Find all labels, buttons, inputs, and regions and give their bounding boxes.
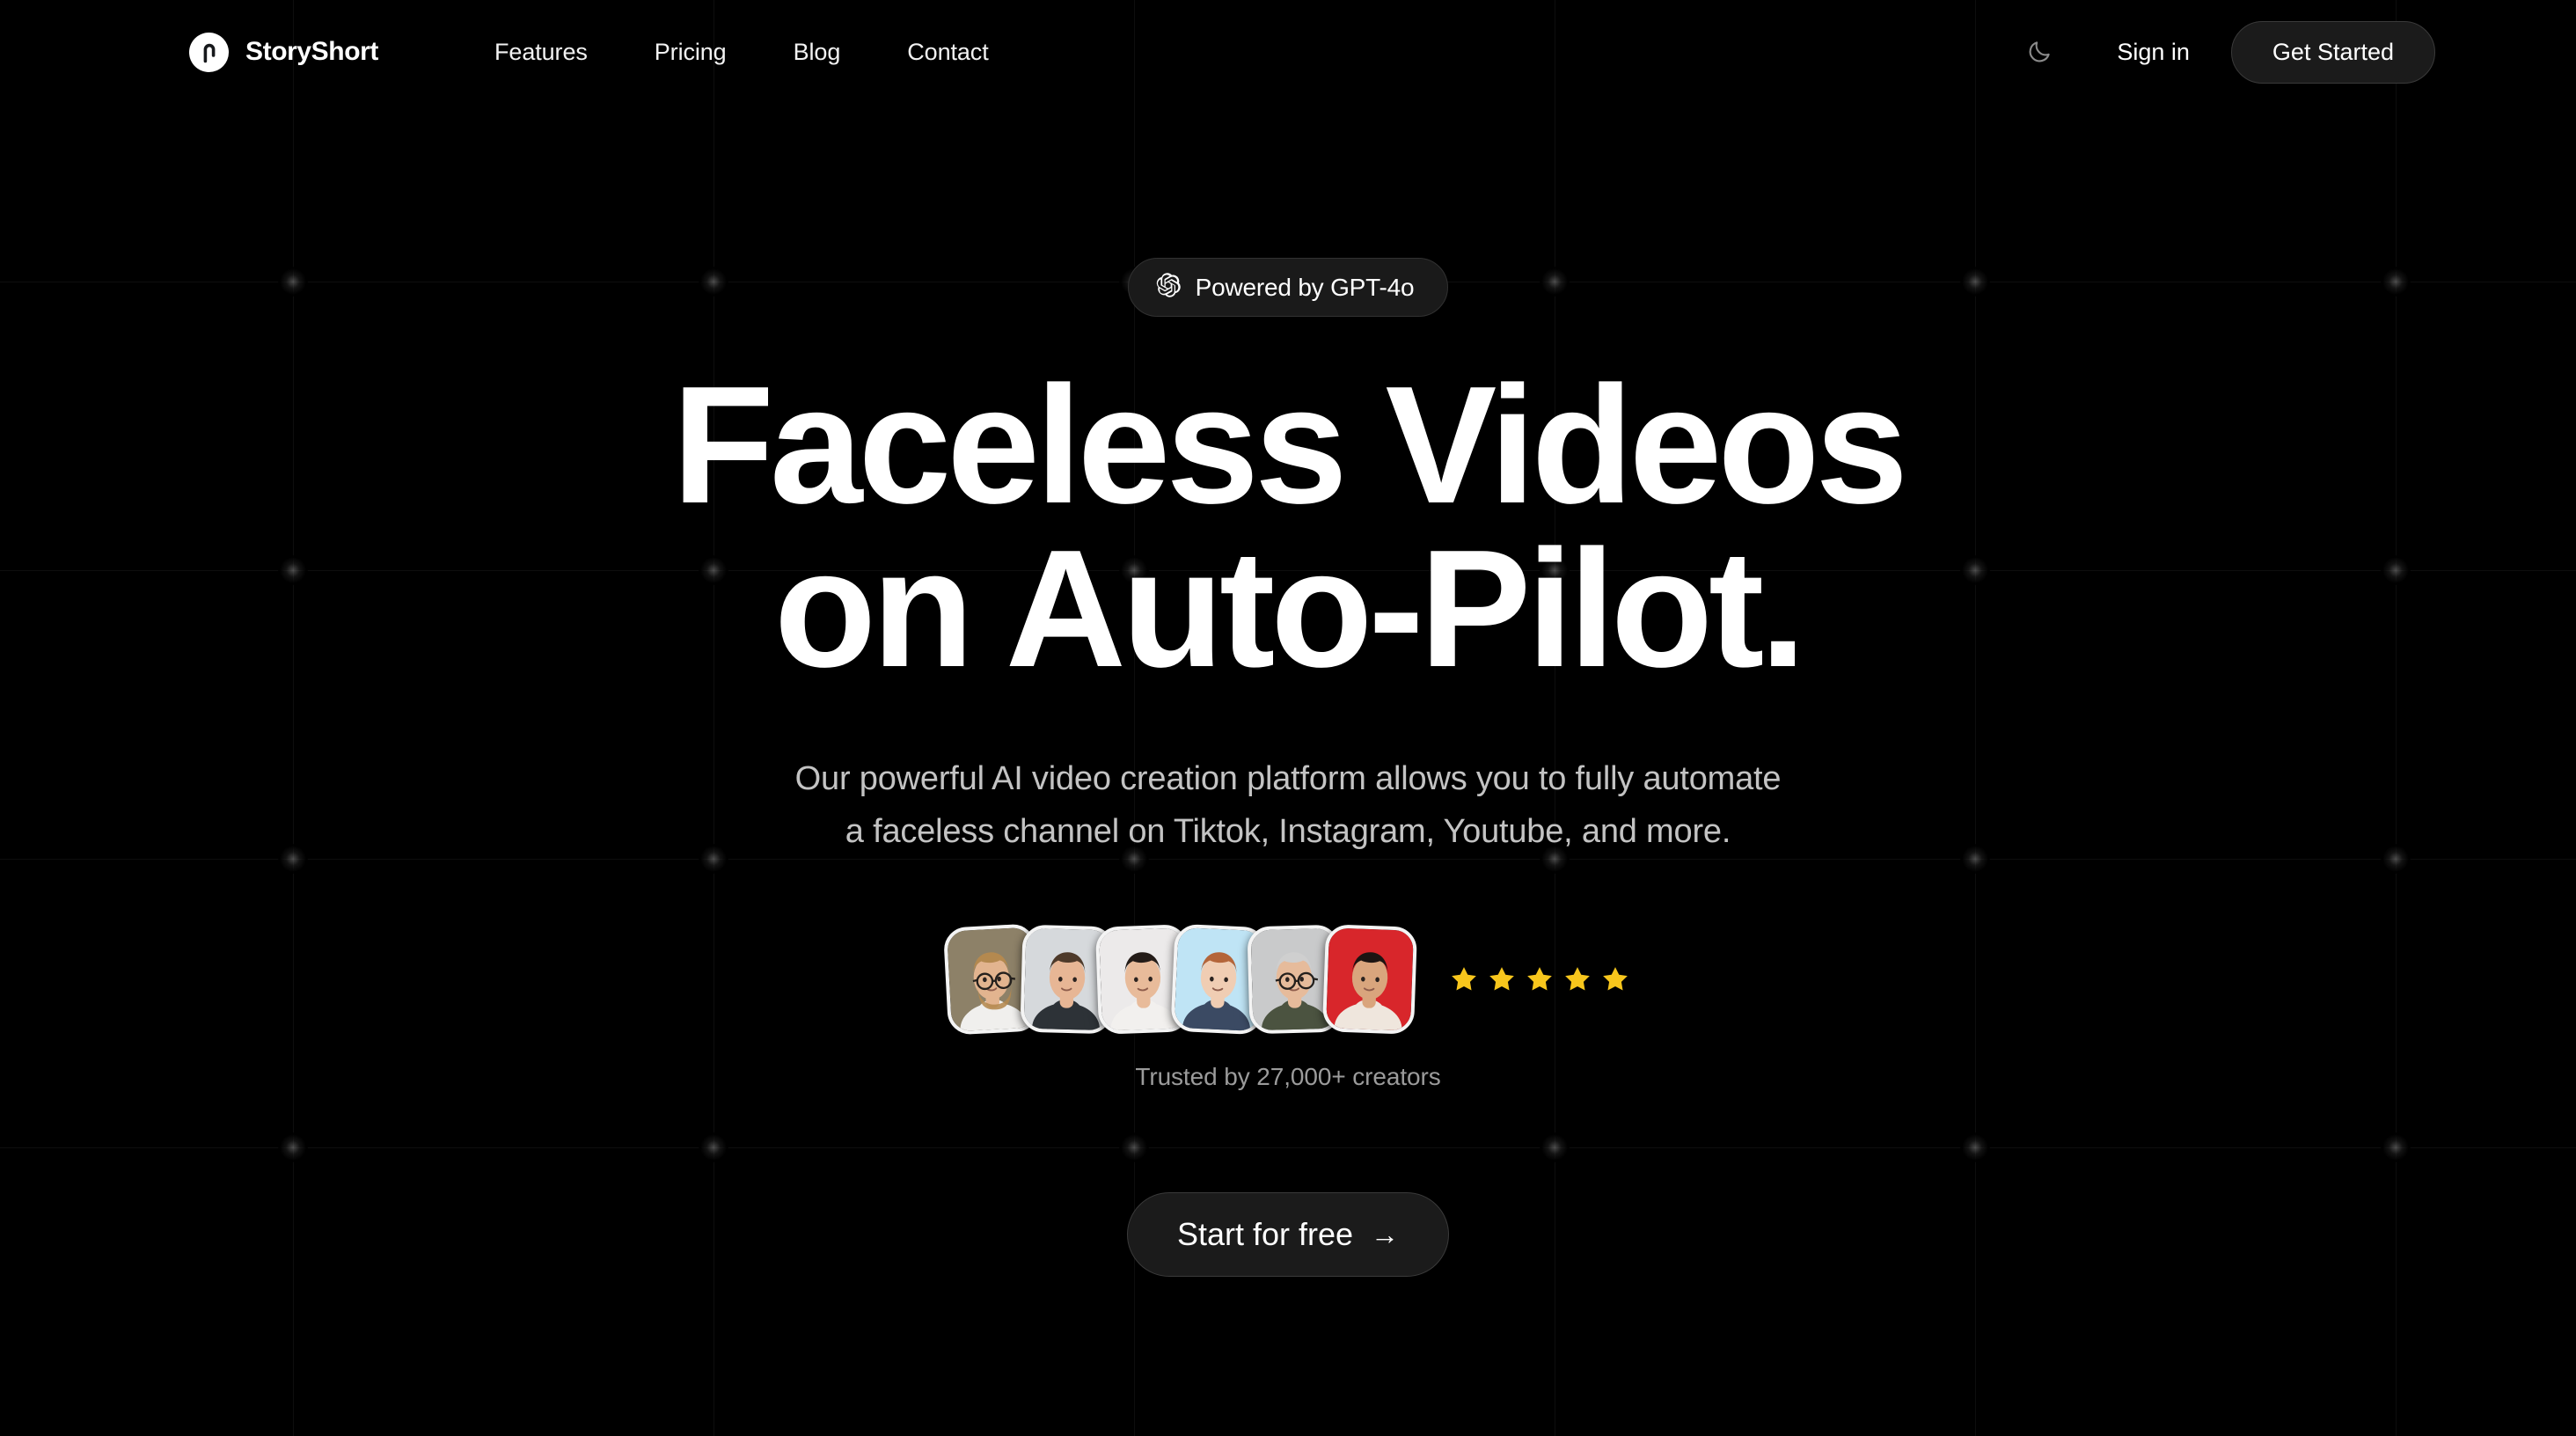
star-icon bbox=[1452, 967, 1476, 991]
grid-node bbox=[1960, 267, 1990, 297]
subheading-line-2: a faceless channel on Tiktok, Instagram,… bbox=[845, 813, 1731, 851]
signin-link[interactable]: Sign in bbox=[2089, 39, 2218, 66]
hero-subheading: Our powerful AI video creation platform … bbox=[795, 752, 1782, 858]
nav-link-blog[interactable]: Blog bbox=[760, 39, 875, 66]
star-icon bbox=[1527, 967, 1552, 991]
moon-icon[interactable] bbox=[2016, 29, 2062, 75]
landing-page: StoryShort Features Pricing Blog Contact… bbox=[0, 0, 2576, 1436]
grid-node bbox=[1960, 1132, 1990, 1162]
star-icon bbox=[1565, 967, 1590, 991]
avatar[interactable] bbox=[1321, 924, 1418, 1036]
cta-container: Start for free → bbox=[1126, 1192, 1450, 1278]
social-proof: Trusted by 27,000+ creators bbox=[942, 918, 1630, 1091]
subheading-line-1: Our powerful AI video creation platform … bbox=[794, 760, 1782, 798]
brand-logo[interactable]: StoryShort bbox=[189, 32, 379, 72]
start-for-free-label: Start for free bbox=[1176, 1216, 1354, 1253]
nav-link-pricing[interactable]: Pricing bbox=[621, 39, 760, 66]
grid-node bbox=[699, 267, 728, 297]
page-title: Faceless Videos on Auto-Pilot. bbox=[0, 362, 2576, 703]
start-for-free-button[interactable]: Start for free → bbox=[1126, 1192, 1450, 1278]
top-navigation-bar: StoryShort Features Pricing Blog Contact… bbox=[0, 0, 2576, 104]
star-icon bbox=[1489, 967, 1514, 991]
nav-link-contact[interactable]: Contact bbox=[874, 39, 1021, 66]
powered-by-label: Powered by GPT-4o bbox=[1195, 273, 1415, 301]
openai-logo-icon bbox=[1155, 272, 1182, 303]
nav-link-features[interactable]: Features bbox=[461, 39, 621, 66]
nav-links: Features Pricing Blog Contact bbox=[461, 39, 1022, 66]
grid-node bbox=[699, 844, 728, 874]
trusted-by-label: Trusted by 27,000+ creators bbox=[1135, 1063, 1441, 1091]
headline-line-1: Faceless Videos bbox=[671, 352, 1908, 538]
headline-line-2: on Auto-Pilot. bbox=[773, 516, 1806, 703]
grid-node bbox=[1540, 267, 1570, 297]
avatar-stack bbox=[942, 918, 1418, 1041]
brand-name: StoryShort bbox=[245, 37, 379, 66]
social-proof-row bbox=[942, 918, 1630, 1041]
grid-node bbox=[2381, 1132, 2411, 1162]
grid-node bbox=[699, 1132, 728, 1162]
arrow-right-icon: → bbox=[1371, 1219, 1400, 1251]
storyshort-logo-icon bbox=[189, 32, 229, 72]
grid-node bbox=[1119, 1132, 1149, 1162]
grid-node bbox=[278, 267, 308, 297]
grid-node bbox=[278, 1132, 308, 1162]
grid-node bbox=[1960, 844, 1990, 874]
grid-node bbox=[2381, 844, 2411, 874]
star-icon bbox=[1603, 967, 1628, 991]
grid-node bbox=[2381, 267, 2411, 297]
get-started-button[interactable]: Get Started bbox=[2230, 20, 2435, 84]
grid-node bbox=[1540, 1132, 1570, 1162]
powered-by-badge[interactable]: Powered by GPT-4o bbox=[1127, 258, 1449, 317]
grid-node bbox=[278, 844, 308, 874]
star-rating bbox=[1449, 964, 1630, 994]
hero-section: Powered by GPT-4o Faceless Videos on Aut… bbox=[0, 0, 2576, 1436]
nav-actions: Sign in Get Started bbox=[2016, 20, 2435, 84]
